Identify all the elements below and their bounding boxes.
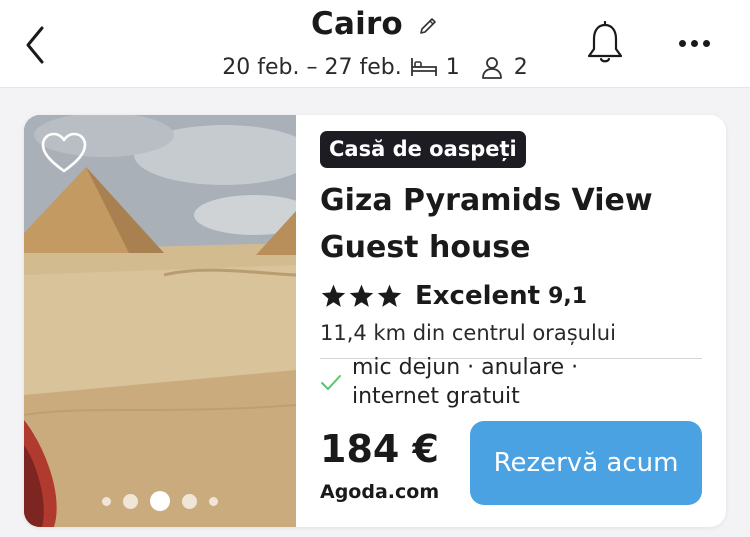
bed-icon	[410, 54, 438, 80]
favorite-button[interactable]	[40, 131, 88, 175]
listing-card[interactable]: Casă de oaspeți Giza Pyramids View Guest…	[24, 115, 726, 527]
more-dot	[702, 39, 710, 47]
check-icon	[321, 375, 341, 390]
rating-score: 9,1	[548, 283, 588, 309]
search-summary[interactable]: 20 feb. – 27 feb. 1 2	[0, 54, 750, 80]
listing-info: Casă de oaspeți Giza Pyramids View Guest…	[320, 115, 726, 527]
photo-dot[interactable]	[182, 493, 197, 509]
top-bar: Cairo 20 feb. – 27 feb. 1 2	[0, 0, 750, 88]
star-icon	[321, 284, 346, 307]
star-icon	[349, 284, 374, 307]
rating-row: Excelent 9,1	[320, 281, 587, 311]
book-now-button[interactable]: Rezervă acum	[470, 421, 702, 505]
date-range: 20 feb. – 27 feb.	[222, 54, 402, 80]
photo-dot[interactable]	[102, 496, 111, 506]
price: 184 €	[320, 427, 439, 471]
guests-count: 2	[513, 54, 528, 80]
photo-dot[interactable]	[209, 496, 218, 506]
page-title: Cairo	[311, 6, 403, 42]
more-dot	[678, 39, 686, 47]
pyramids-photo	[24, 115, 296, 527]
pencil-icon[interactable]	[417, 15, 439, 37]
photo-dot-active[interactable]	[150, 491, 170, 511]
property-type-badge: Casă de oaspeți	[320, 131, 526, 168]
heart-icon	[41, 132, 87, 173]
rooms-count: 1	[445, 54, 460, 80]
person-icon	[478, 54, 506, 80]
distance-text: 11,4 km din centrul orașului	[320, 321, 616, 345]
amenities-text: mic dejun · anulare · internet gratuit	[352, 355, 579, 409]
star-rating	[320, 283, 403, 309]
more-icon[interactable]	[672, 30, 716, 56]
photo-pagination	[24, 491, 296, 511]
bell-icon	[587, 21, 623, 63]
provider-name: Agoda.com	[320, 481, 440, 503]
listing-name[interactable]: Giza Pyramids View Guest house	[320, 177, 690, 271]
notifications-button[interactable]	[582, 20, 628, 66]
rating-label: Excelent	[415, 281, 541, 311]
more-dot	[690, 39, 698, 47]
photo-dot[interactable]	[123, 493, 138, 509]
listing-photo[interactable]	[24, 115, 296, 527]
star-icon	[377, 284, 402, 307]
